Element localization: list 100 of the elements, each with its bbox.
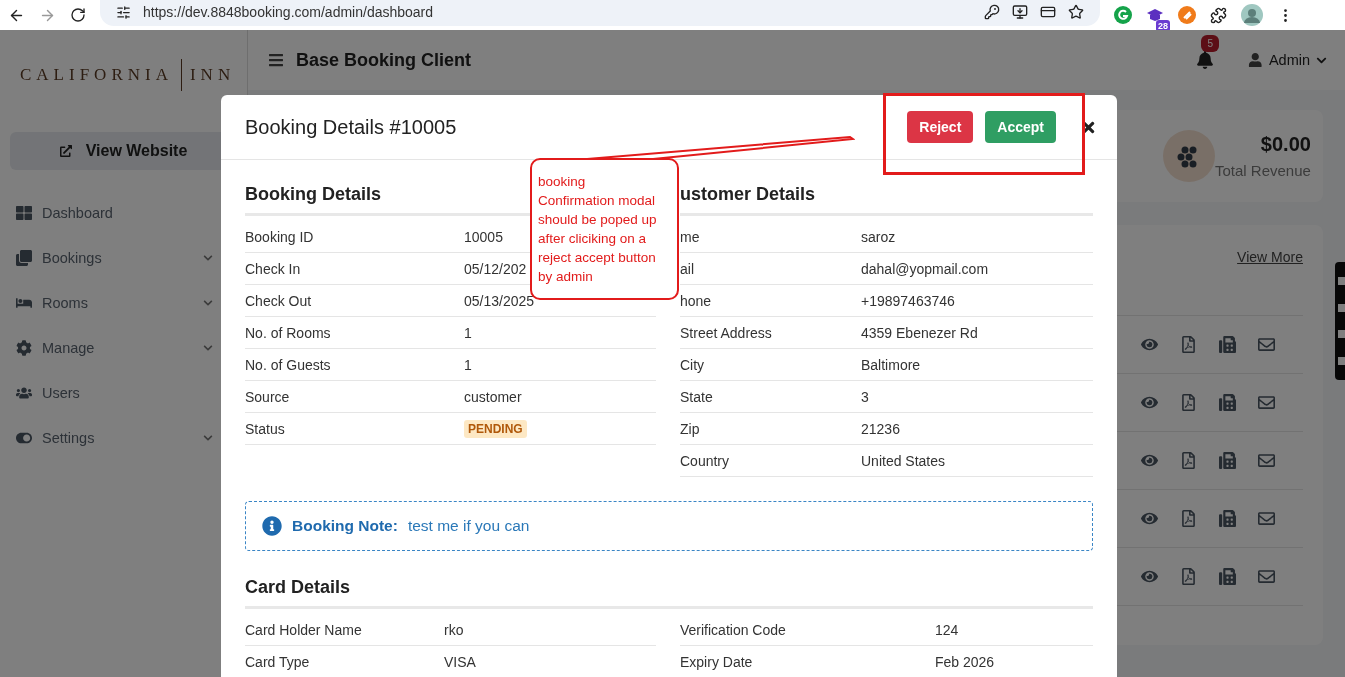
field-value: 1	[464, 356, 472, 373]
sidebar-item[interactable]: Manage	[10, 325, 237, 370]
user-menu[interactable]: Admin	[1248, 52, 1327, 68]
section-title: Card Details	[245, 577, 1093, 609]
status-badge: PENDING	[464, 419, 527, 438]
address-bar[interactable]: https://dev.8848booking.com/admin/dashboard	[100, 0, 1100, 26]
field-value: 3	[861, 388, 869, 405]
field-label: Expiry Date	[680, 653, 753, 670]
view-icon[interactable]	[1141, 452, 1158, 469]
view-more-link[interactable]: View More	[1237, 249, 1303, 265]
pdf-icon[interactable]	[1180, 510, 1197, 527]
url-text: https://dev.8848booking.com/admin/dashboard	[143, 4, 434, 20]
field-value: 10005	[464, 228, 503, 245]
pdf-icon[interactable]	[1180, 336, 1197, 353]
menu-item-icon	[16, 204, 34, 221]
field-label: Card Holder Name	[245, 621, 362, 638]
mail-icon[interactable]	[1258, 336, 1275, 353]
revenue-value: $0.00	[1260, 133, 1311, 156]
menu-item-icon	[16, 249, 34, 266]
site-info-icon[interactable]	[116, 4, 131, 20]
field-value: 4359 Ebenezer Rd	[861, 324, 978, 341]
extension-icon[interactable]	[1114, 6, 1132, 24]
menu-item-icon	[16, 339, 34, 356]
field-value: VISA	[444, 653, 476, 670]
logo-text: INN	[189, 65, 236, 85]
sidebar-item[interactable]: Rooms	[10, 280, 237, 325]
card-icon[interactable]	[1040, 4, 1056, 20]
graduation-cap-icon[interactable]	[1146, 6, 1164, 24]
field-value: 1	[464, 324, 472, 341]
pdf-icon[interactable]	[1180, 452, 1197, 469]
extensions-icon[interactable]	[1210, 6, 1227, 24]
section-title: ustomer Details	[680, 184, 1093, 216]
field-value: 05/12/202	[464, 260, 527, 277]
pdf-icon[interactable]	[1180, 568, 1197, 585]
field-label: ail	[680, 260, 694, 277]
field-label: Booking ID	[245, 228, 314, 245]
sidebar-item[interactable]: Dashboard	[10, 190, 237, 235]
avatar-icon[interactable]	[1241, 4, 1263, 26]
user-icon	[1248, 52, 1263, 68]
modal-title: Booking Details #10005	[245, 115, 457, 139]
reject-button[interactable]: Reject	[907, 111, 974, 143]
field-value: 124	[935, 621, 959, 638]
field-label: Street Address	[680, 324, 772, 341]
view-icon[interactable]	[1141, 510, 1158, 527]
view-icon[interactable]	[1141, 394, 1158, 411]
field-label: No. of Guests	[245, 356, 331, 373]
field-value: Baltimore	[861, 356, 921, 373]
field-label: Zip	[680, 420, 700, 437]
bookmark-icon[interactable]	[1068, 4, 1084, 20]
accept-button[interactable]: Accept	[985, 111, 1056, 143]
field-value: dahal@yopmail.com	[861, 260, 989, 277]
field-label: Status	[245, 420, 285, 437]
revenue-label: Total Revenue	[1215, 162, 1311, 179]
reload-icon[interactable]	[70, 7, 86, 23]
chevron-icon	[203, 432, 213, 443]
fax-icon[interactable]	[1219, 336, 1236, 353]
fax-icon[interactable]	[1219, 452, 1236, 469]
sidebar-item[interactable]: Settings	[10, 415, 237, 460]
fax-icon[interactable]	[1219, 568, 1236, 585]
install-icon[interactable]	[1012, 4, 1028, 20]
notification-badge: 5	[1201, 35, 1219, 52]
key-icon[interactable]	[984, 4, 1000, 20]
chevron-icon	[203, 297, 213, 308]
revenue-icon	[1163, 130, 1215, 182]
page-title: Base Booking Client	[296, 49, 472, 71]
field-label: Check In	[245, 260, 301, 277]
mail-icon[interactable]	[1258, 394, 1275, 411]
chevron-icon	[203, 342, 213, 353]
field-label: City	[680, 356, 705, 373]
field-label: State	[680, 388, 713, 405]
field-label: Card Type	[245, 653, 310, 670]
field-value: 21236	[861, 420, 900, 437]
field-label: Verification Code	[680, 621, 786, 638]
mail-icon[interactable]	[1258, 510, 1275, 527]
info-icon	[262, 516, 282, 536]
fax-icon[interactable]	[1219, 394, 1236, 411]
extension-icon[interactable]	[1178, 6, 1196, 24]
field-label: me	[680, 228, 700, 245]
sidebar-item[interactable]: Bookings	[10, 235, 237, 280]
bell-icon[interactable]	[1196, 51, 1215, 69]
sidebar-item[interactable]: Users	[10, 370, 237, 415]
view-icon[interactable]	[1141, 336, 1158, 353]
field-label: Country	[680, 452, 730, 469]
mail-icon[interactable]	[1258, 452, 1275, 469]
note-label: Booking Note:	[292, 517, 398, 535]
external-link-icon	[59, 145, 72, 157]
field-label: Source	[245, 388, 290, 405]
mail-icon[interactable]	[1258, 568, 1275, 585]
field-label: No. of Rooms	[245, 324, 331, 341]
logo-text: CALIFORNIA	[20, 65, 173, 85]
field-value: rko	[444, 621, 464, 638]
field-value: +19897463746	[861, 292, 955, 309]
pdf-icon[interactable]	[1180, 394, 1197, 411]
field-value: United States	[861, 452, 946, 469]
view-icon[interactable]	[1141, 568, 1158, 585]
field-value: saroz	[861, 228, 896, 245]
field-label: hone	[680, 292, 712, 309]
note-text: test me if you can	[407, 517, 530, 535]
fax-icon[interactable]	[1219, 510, 1236, 527]
floating-toolbar[interactable]	[1335, 262, 1345, 380]
